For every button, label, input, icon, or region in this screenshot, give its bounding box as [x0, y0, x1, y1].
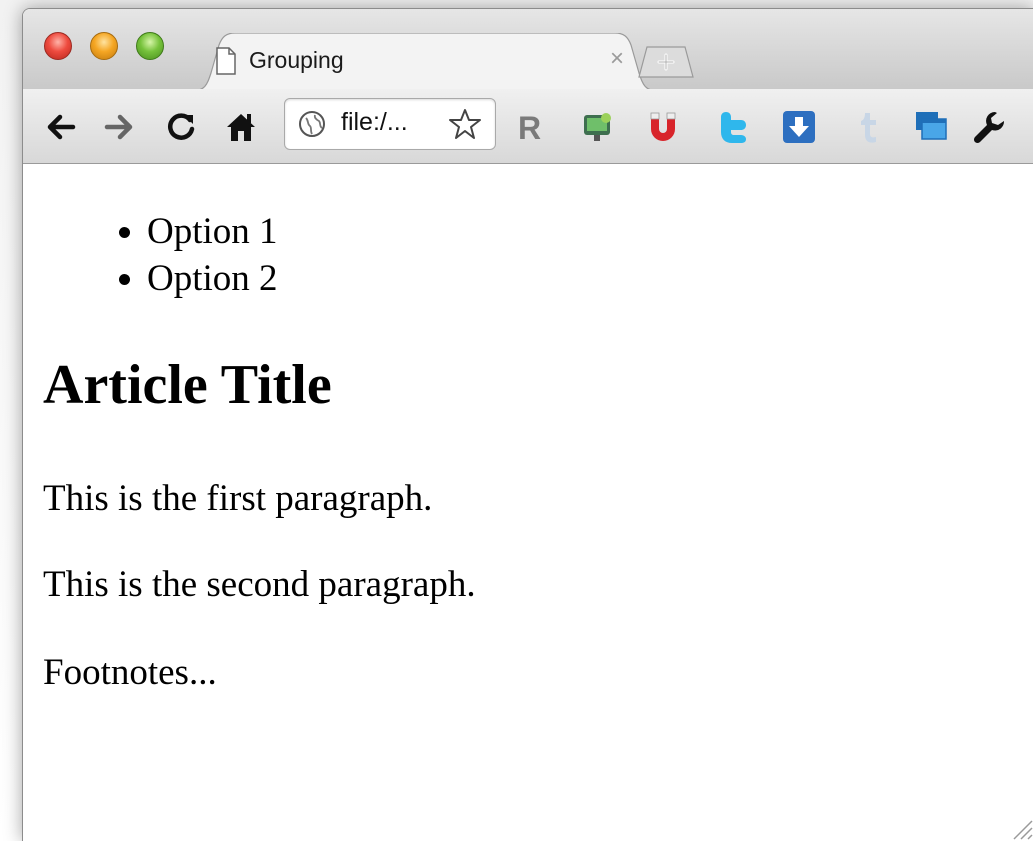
page-content: Option 1 Option 2 Article Title This is …	[23, 164, 1033, 841]
svg-text:R: R	[518, 110, 541, 145]
minimize-window-button[interactable]	[90, 32, 118, 60]
tab-close-icon[interactable]: ×	[610, 47, 624, 71]
tab-title: Grouping	[249, 47, 344, 73]
globe-icon	[299, 111, 325, 137]
article-title: Article Title	[43, 354, 332, 416]
resize-grip-icon[interactable]	[1004, 811, 1033, 841]
list-item: Option 2	[147, 255, 278, 302]
reload-icon[interactable]	[163, 109, 199, 145]
zoom-window-button[interactable]	[136, 32, 164, 60]
address-text: file:/...	[341, 108, 408, 136]
windows-extension-icon[interactable]	[913, 109, 949, 145]
tab-grouping[interactable]: Grouping ×	[191, 33, 659, 91]
star-icon[interactable]	[448, 107, 482, 141]
first-paragraph: This is the first paragraph.	[43, 478, 433, 519]
home-icon[interactable]	[223, 109, 259, 145]
tumblr-extension-icon[interactable]	[851, 109, 887, 145]
address-bar[interactable]: file:/...	[284, 98, 496, 150]
title-bar: Grouping ×	[23, 9, 1033, 91]
forward-arrow-icon[interactable]	[101, 109, 137, 145]
download-extension-icon[interactable]	[781, 109, 817, 145]
second-paragraph: This is the second paragraph.	[43, 564, 476, 605]
R-extension-icon[interactable]: R	[513, 109, 549, 145]
back-arrow-icon[interactable]	[43, 109, 79, 145]
footnotes-paragraph: Footnotes...	[43, 652, 217, 693]
document-icon	[216, 47, 236, 75]
wrench-icon[interactable]	[971, 109, 1007, 145]
screen-capture-extension-icon[interactable]	[580, 109, 616, 145]
magnet-extension-icon[interactable]	[645, 109, 681, 145]
options-list: Option 1 Option 2	[43, 208, 278, 302]
list-item: Option 1	[147, 208, 278, 255]
new-tab-icon[interactable]	[635, 43, 697, 79]
close-window-button[interactable]	[44, 32, 72, 60]
twitter-extension-icon[interactable]	[717, 109, 753, 145]
browser-window: Grouping × file:/... R • Option 1 • Opti…	[22, 8, 1033, 841]
browser-toolbar: file:/... R	[23, 89, 1033, 164]
